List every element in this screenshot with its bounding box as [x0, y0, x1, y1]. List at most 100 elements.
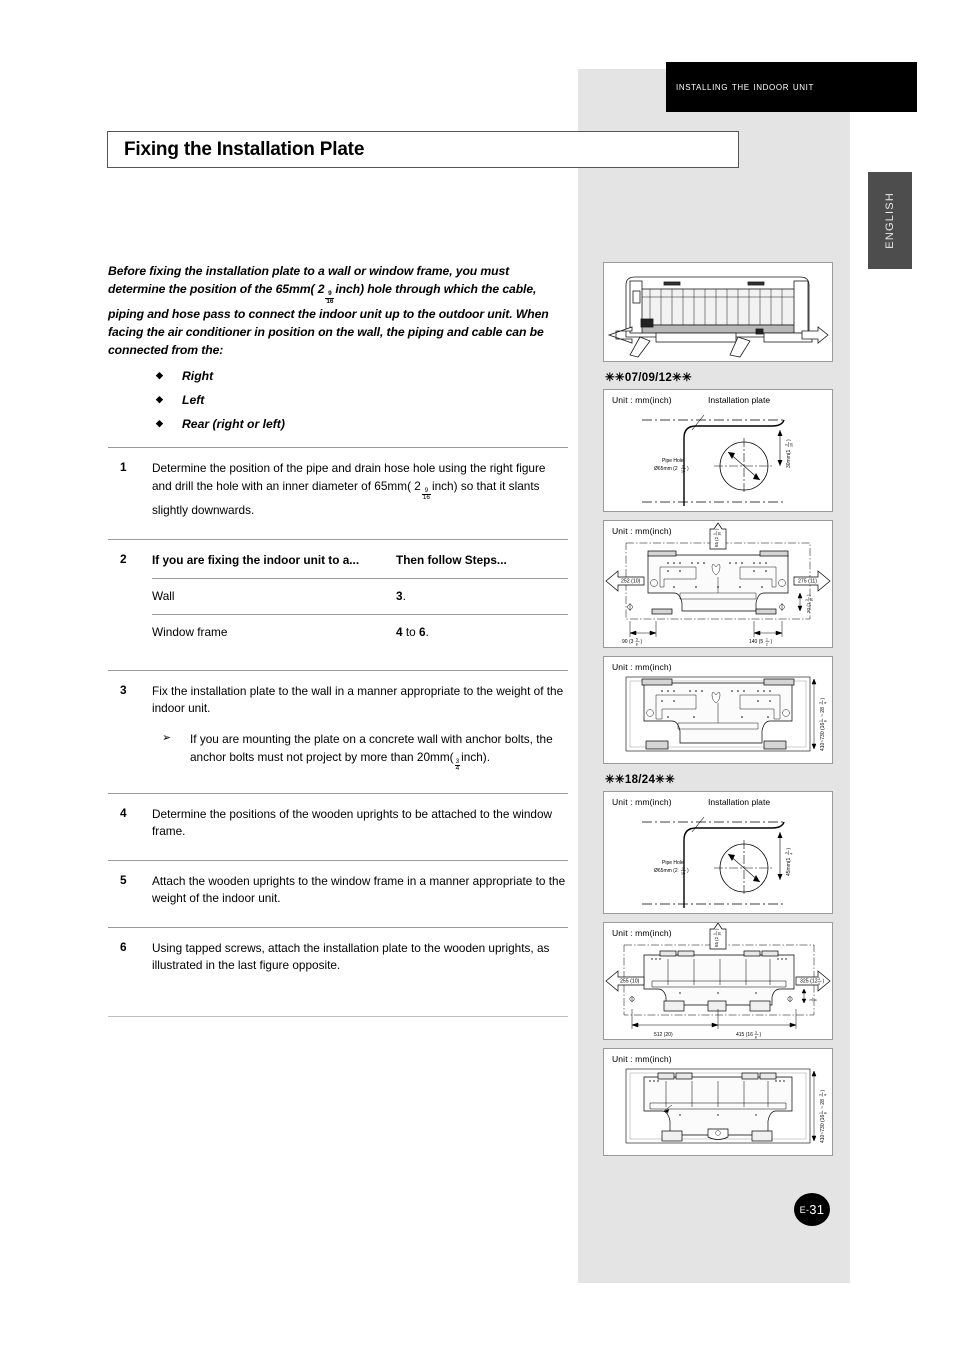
- svg-text:1: 1: [766, 638, 768, 642]
- page-title-box: Fixing the Installation Plate: [107, 131, 739, 168]
- list-item: ◆ Rear (right or left): [108, 417, 568, 431]
- diamond-bullet-icon: ◆: [156, 370, 163, 381]
- step-number: 4: [120, 805, 127, 820]
- svg-text:4: 4: [824, 702, 828, 704]
- svg-text:): ): [687, 868, 689, 874]
- svg-text:2: 2: [766, 643, 768, 647]
- svg-text:65 (2: 65 (2: [714, 936, 719, 947]
- step-text: Determine the positions of the wooden up…: [152, 806, 553, 838]
- figure-indoor-unit-front-view: [603, 262, 833, 362]
- step-4: 4 Determine the positions of the wooden …: [108, 794, 568, 844]
- bullet-label: Left: [182, 393, 205, 408]
- step-number: 1: [120, 460, 127, 475]
- cell-condition: Window frame: [152, 614, 396, 651]
- indoor-unit-diagram: [607, 276, 829, 358]
- section-header-banner: Installing the Indoor Unit: [666, 62, 917, 112]
- cell-steps: 3.: [396, 578, 568, 615]
- svg-text:9: 9: [682, 867, 684, 871]
- plate-dimensions-diagram-small: 252 (10) 275 (11) 65 (2 9 16 ) 90 (3 5 8…: [605, 522, 831, 647]
- column-header-steps: Then follow Steps...: [396, 551, 568, 580]
- svg-text:16: 16: [681, 470, 685, 474]
- cell-steps-mid: to: [402, 625, 419, 640]
- installation-plate-label: Installation plate: [708, 395, 771, 405]
- figure-plate-dimensions-small: Unit : mm(inch) 252 (10) 275 (11) 65 (2 …: [603, 520, 833, 648]
- svg-text:3: 3: [809, 999, 813, 1001]
- arrow-bullet-icon: ➢: [162, 732, 172, 745]
- bottom-left-dimension-label: 90 (3 5 8 ): [622, 638, 643, 647]
- left-dimension-label: 252 (10): [621, 579, 641, 585]
- step-6: 6 Using tapped screws, attach the instal…: [108, 928, 568, 978]
- left-dimension-label: 255 (10): [620, 979, 640, 985]
- cell-steps-tail: .: [425, 625, 429, 640]
- svg-text:8: 8: [824, 1112, 828, 1114]
- svg-text:9: 9: [713, 933, 717, 935]
- page-number-prefix: E-: [799, 1204, 810, 1215]
- svg-text:4: 4: [818, 982, 820, 986]
- svg-text:3: 3: [785, 444, 789, 446]
- svg-text:16: 16: [809, 598, 813, 602]
- svg-text:1: 1: [819, 720, 823, 722]
- svg-text:): ): [687, 466, 689, 472]
- svg-text:): ): [771, 639, 773, 645]
- svg-text:9: 9: [713, 533, 717, 535]
- svg-text:3: 3: [785, 852, 789, 854]
- vertical-height-dimension-label: 410~730 (16 1 8 ~ 28 3 4 ): [819, 1090, 828, 1144]
- plate-height-diagram-small: 410~730 (16 1 8 ~ 28 3 4 ): [625, 676, 828, 752]
- bottom-right-dimension-label: 140 (5 1 2 ): [749, 638, 773, 647]
- svg-text:8: 8: [636, 643, 638, 647]
- cell-steps: 4 to 6.: [396, 614, 568, 651]
- svg-text:30mm(1: 30mm(1: [786, 449, 792, 468]
- step-2: 2 If you are fixing the indoor unit to a…: [108, 540, 568, 654]
- figure-plate-height-small: Unit : mm(inch) 410~730 (16 1 8 ~ 28 3 4…: [603, 656, 833, 764]
- svg-text:5: 5: [636, 638, 638, 642]
- svg-text:Pipe Hole: Pipe Hole: [662, 458, 684, 464]
- svg-text:140 (5: 140 (5: [749, 639, 763, 645]
- svg-text:9: 9: [682, 465, 684, 469]
- figure-pipe-hole-large: Unit : mm(inch) Installation plate Pipe …: [603, 791, 833, 914]
- svg-text:): ): [820, 698, 826, 700]
- instructions-column: Before fixing the installation plate to …: [108, 262, 568, 1018]
- list-item: ◆ Left: [108, 393, 568, 407]
- svg-text:Ø65mm (2: Ø65mm (2: [654, 466, 678, 472]
- unit-caption: Unit : mm(inch): [612, 395, 672, 405]
- svg-text:65 (2: 65 (2: [714, 536, 719, 547]
- svg-text:45mm(1: 45mm(1: [786, 857, 792, 876]
- substep-text-part2: inch).: [461, 749, 491, 764]
- cell-steps-tail: .: [402, 589, 406, 604]
- step-3: 3 Fix the installation plate to the wall…: [108, 671, 568, 777]
- installation-plate-label: Installation plate: [708, 797, 771, 807]
- step-1: 1 Determine the position of the pipe and…: [108, 448, 568, 522]
- table-row: Wall 3.: [152, 578, 568, 615]
- svg-text:4: 4: [790, 853, 794, 855]
- svg-text:3: 3: [818, 977, 820, 981]
- svg-text:): ): [786, 848, 792, 850]
- bullet-label: Right: [182, 369, 214, 384]
- svg-text:): ): [823, 979, 825, 985]
- right-small-dimension-label: 3 8: [809, 997, 817, 1002]
- svg-text:1: 1: [819, 1112, 823, 1114]
- right-small-dimension-label: 30 (1 3 16 ): [805, 594, 814, 613]
- language-tab: ENGLISH: [868, 172, 912, 269]
- diamond-bullet-icon: ◆: [156, 418, 163, 429]
- unit-caption: Unit : mm(inch): [612, 662, 672, 672]
- column-header-condition: If you are fixing the indoor unit to a..…: [152, 551, 396, 580]
- step-text: Attach the wooden uprights to the window…: [152, 874, 566, 906]
- svg-text:90 (3: 90 (3: [622, 639, 634, 645]
- substep-fraction: 34: [454, 757, 461, 773]
- page-title: Fixing the Installation Plate: [124, 138, 365, 160]
- vertical-dimension-label: 30mm(1 3 16 ): [785, 439, 794, 468]
- list-item: ◆ Right: [108, 369, 568, 383]
- section-header-title: Installing the Indoor Unit: [676, 81, 814, 93]
- diamond-bullet-icon: ◆: [156, 394, 163, 405]
- table-row: Window frame 4 to 6.: [152, 614, 568, 651]
- step-text: Using tapped screws, attach the installa…: [152, 941, 550, 973]
- step-fraction: 9 16: [421, 486, 431, 502]
- svg-text:Ø65mm (2: Ø65mm (2: [654, 868, 678, 874]
- connection-direction-list: ◆ Right ◆ Left ◆ Rear (right or left): [108, 369, 568, 431]
- svg-text:410~730 (16: 410~730 (16: [820, 1115, 826, 1143]
- table-header-row: If you are fixing the indoor unit to a..…: [152, 551, 568, 580]
- svg-text:): ): [820, 1090, 826, 1092]
- svg-text:3: 3: [819, 1094, 823, 1096]
- step-text-part1: Fix the installation plate to the wall i…: [152, 684, 564, 716]
- bottom-left-dimension-label: 512 (20): [654, 1032, 673, 1038]
